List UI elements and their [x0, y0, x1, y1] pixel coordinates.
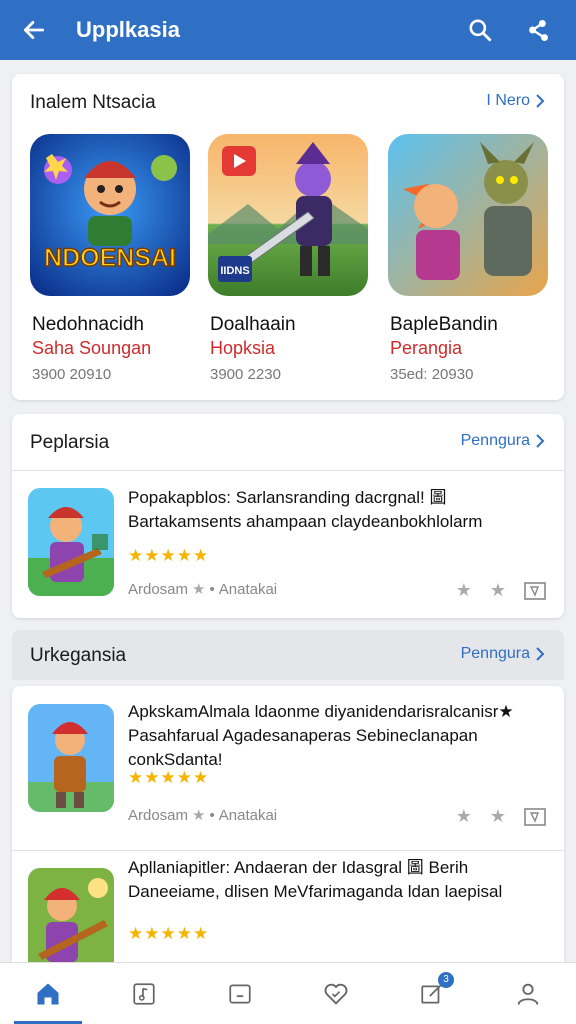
app-icon-image — [388, 134, 548, 296]
list-item[interactable]: ApkskamAlmala ldaonme diyanidendarisralc… — [12, 686, 564, 850]
back-button[interactable] — [16, 12, 52, 48]
share-button[interactable] — [518, 10, 558, 50]
item-footer: Ardosam ★ • Anatakai — [128, 580, 278, 599]
heart-icon — [324, 983, 348, 1005]
author-label: Ardosam — [128, 806, 189, 824]
tab-profile[interactable] — [480, 963, 576, 1024]
bookmark-icon[interactable] — [524, 581, 546, 600]
star-icon[interactable]: ★ — [456, 806, 472, 827]
tab-library[interactable] — [192, 963, 288, 1024]
app-name: Nedohnacidh — [32, 314, 144, 335]
app-name: BapleBandin — [390, 314, 498, 335]
star-rating: ★★★★★ — [128, 924, 210, 943]
star-rating: ★★★★★ — [128, 546, 210, 565]
app-meta: 35ed: 20930 — [390, 366, 474, 383]
notification-badge: 3 — [438, 972, 454, 988]
bottom-navigation: 3 — [0, 962, 576, 1024]
list-item[interactable]: Popakapblos: Sarlansranding dacrgnal! 圖 … — [12, 470, 564, 618]
bookmark-icon[interactable] — [524, 807, 546, 826]
home-icon — [37, 983, 59, 1004]
urgent-more-link[interactable]: Penngura — [461, 645, 546, 663]
chevron-right-icon — [536, 647, 545, 661]
urgent-header: Urkegansia Penngura — [12, 630, 564, 680]
app-meta: 3900 2230 — [210, 366, 281, 383]
popular-more-link[interactable]: Penngura — [461, 432, 546, 450]
tag-label: Anatakai — [218, 806, 278, 824]
star-icon[interactable]: ★ — [490, 580, 506, 601]
app-thumbnail — [28, 488, 114, 596]
featured-app[interactable]: IIDNS Doalhaain Hopksia 3900 2230 — [208, 134, 368, 383]
tag-label: Anatakai — [218, 580, 278, 598]
star-icon: ★ — [192, 581, 206, 598]
section-title: Peplarsia — [30, 432, 110, 453]
author-label: Ardosam — [128, 580, 189, 598]
logo-text: IIDNS — [220, 265, 249, 277]
featured-app[interactable]: BapleBandin Perangia 35ed: 20930 — [388, 134, 548, 383]
search-icon — [469, 19, 492, 42]
page-title: Upplkasia — [76, 17, 180, 42]
star-rating: ★★★★★ — [128, 768, 210, 787]
square-icon — [229, 983, 251, 1004]
search-button[interactable] — [460, 10, 500, 50]
item-footer: Ardosam ★ • Anatakai — [128, 806, 278, 825]
tab-music[interactable] — [96, 963, 192, 1024]
app-subtitle: Perangia — [390, 338, 463, 358]
music-note-icon — [133, 982, 155, 1005]
item-description: Popakapblos: Sarlansranding dacrgnal! 圖 … — [128, 488, 483, 531]
app-thumbnail — [28, 704, 114, 812]
section-title: Inalem Ntsacia — [30, 92, 156, 113]
section-title: Urkegansia — [30, 645, 127, 666]
app-meta: 3900 20910 — [32, 366, 112, 383]
featured-section: Inalem Ntsacia I Nero NDOENSAI Nedohnaci… — [12, 74, 564, 400]
item-description: ApkskamAlmala ldaonme diyanidendarisralc… — [128, 702, 514, 769]
separator: • — [209, 580, 215, 598]
separator: • — [209, 806, 215, 824]
featured-app[interactable]: NDOENSAI Nedohnacidh Saha Soungan 3900 2… — [30, 134, 190, 383]
urgent-section: ApkskamAlmala ldaonme diyanidendarisralc… — [12, 686, 564, 976]
star-icon: ★ — [192, 807, 206, 824]
link-label: Penngura — [460, 645, 530, 662]
link-label: Penngura — [460, 432, 530, 449]
tab-home[interactable] — [0, 963, 96, 1024]
featured-more-link[interactable]: I Nero — [486, 92, 546, 110]
link-label: I Nero — [486, 92, 530, 109]
user-icon — [517, 983, 539, 1005]
chevron-right-icon — [536, 434, 545, 448]
app-thumbnail — [28, 868, 114, 976]
arrow-left-icon — [23, 21, 45, 39]
tab-messages[interactable]: 3 — [384, 963, 480, 1024]
app-icon-image: IIDNS — [208, 134, 368, 296]
item-actions: ★ ★ — [456, 806, 546, 827]
app-subtitle: Saha Soungan — [32, 338, 152, 358]
item-actions: ★ ★ — [456, 580, 546, 601]
star-icon[interactable]: ★ — [456, 580, 472, 601]
app-icon-image: NDOENSAI — [30, 134, 190, 296]
logo-text: NDOENSAI — [44, 244, 176, 272]
app-name: Doalhaain — [210, 314, 296, 335]
list-item[interactable]: Apllaniapitler: Andaeran der Idasgral 圖 … — [12, 850, 564, 976]
tab-favorites[interactable] — [288, 963, 384, 1024]
item-description: Apllaniapitler: Andaeran der Idasgral 圖 … — [128, 858, 503, 901]
chevron-right-icon — [536, 94, 545, 108]
app-bar: Upplkasia — [0, 0, 576, 60]
app-subtitle: Hopksia — [210, 338, 276, 358]
star-icon[interactable]: ★ — [490, 806, 506, 827]
popular-section: Peplarsia Penngura Popakapblos: Sarlansr… — [12, 414, 564, 618]
share-icon — [529, 20, 548, 42]
